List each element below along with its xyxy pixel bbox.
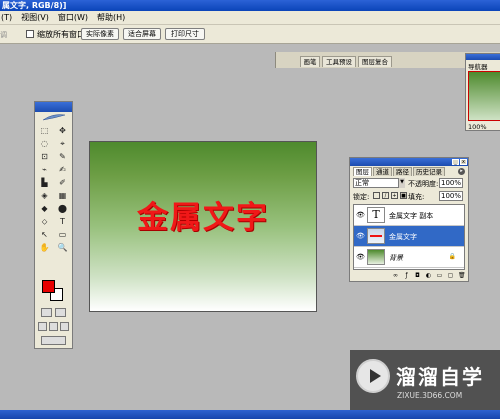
navigator-thumbnail[interactable] xyxy=(468,71,500,121)
watermark-title: 溜溜自学 xyxy=(396,365,484,389)
tab-channels[interactable]: 通道 xyxy=(373,167,392,176)
healing-brush-tool-icon[interactable]: ⌁ xyxy=(38,164,52,175)
layer-row-text-copy[interactable]: 👁 T 金属文字 副本 xyxy=(354,205,464,226)
lock-transparency-icon[interactable] xyxy=(373,192,380,199)
eye-icon[interactable]: 👁 xyxy=(356,211,365,219)
layer-row-background[interactable]: 👁 背景 🔒 xyxy=(354,247,464,268)
window-title: 属文字, RGB/8)] xyxy=(2,1,67,10)
zoom-tool-icon[interactable]: 🔍 xyxy=(56,242,70,253)
crop-tool-icon[interactable]: ⊡ xyxy=(38,151,52,162)
lock-icon: 🔒 xyxy=(448,253,456,260)
tab-layers[interactable]: 图层 xyxy=(353,167,372,176)
layer-name: 金属文字 副本 xyxy=(389,212,434,220)
palette-tab-tool-presets[interactable]: 工具预设 xyxy=(322,56,356,67)
new-layer-icon[interactable]: ▢ xyxy=(447,273,454,279)
link-layers-icon[interactable]: ∞ xyxy=(392,273,399,279)
layer-mask-icon[interactable]: ◘ xyxy=(414,273,421,279)
menu-item-view[interactable]: 视图(V) xyxy=(21,12,49,23)
path-selection-tool-icon[interactable]: ↖ xyxy=(38,229,52,240)
layer-list: 👁 T 金属文字 副本 👁 金属文字 👁 背景 🔒 xyxy=(353,204,465,270)
actual-pixels-button[interactable]: 实际像素 xyxy=(81,28,119,40)
menu-item-filter[interactable]: (T) xyxy=(1,13,12,22)
screen-mode-standard-icon[interactable] xyxy=(38,322,47,331)
navigator-zoom[interactable]: 100% xyxy=(468,123,487,131)
slice-tool-icon[interactable]: ✎ xyxy=(56,151,70,162)
layers-footer: ∞ ƒ ◘ ◐ ▭ ▢ 🗑 xyxy=(353,272,466,280)
window-title-bar: 属文字, RGB/8)] xyxy=(0,0,500,11)
screen-mode-full-icon[interactable] xyxy=(60,322,69,331)
resize-all-windows-checkbox[interactable] xyxy=(26,30,34,38)
tab-history[interactable]: 历史记录 xyxy=(413,167,445,176)
resize-all-windows-label: 缩放所有窗口 xyxy=(37,30,85,39)
lock-pixels-icon[interactable]: / xyxy=(382,192,389,199)
menu-item-window[interactable]: 窗口(W) xyxy=(58,12,88,23)
tab-paths[interactable]: 路径 xyxy=(393,167,412,176)
text-layer-thumbnail-icon: T xyxy=(367,207,385,223)
layer-name: 金属文字 xyxy=(389,233,417,241)
opacity-input[interactable]: 100% xyxy=(439,178,463,188)
navigator-panel: 导航器 100% xyxy=(465,53,500,131)
brush-tool-icon[interactable]: ✍ xyxy=(56,164,70,175)
layer-name: 背景 xyxy=(389,254,403,262)
feather-logo-icon[interactable] xyxy=(35,112,72,123)
document-canvas[interactable]: 金属文字 xyxy=(89,141,317,312)
fit-screen-button[interactable]: 适合屏幕 xyxy=(123,28,161,40)
delete-layer-icon[interactable]: 🗑 xyxy=(458,273,466,279)
options-label: 调 xyxy=(0,31,7,39)
palette-tab-layer-comps[interactable]: 图层复合 xyxy=(358,56,392,67)
navigator-tab[interactable]: 导航器 xyxy=(468,61,488,71)
menu-bar: (T) 视图(V) 窗口(W) 帮助(H) xyxy=(0,11,500,25)
lock-position-icon[interactable]: + xyxy=(391,192,398,199)
foreground-color-swatch[interactable] xyxy=(42,280,55,293)
type-tool-icon[interactable]: T xyxy=(56,216,70,227)
blur-tool-icon[interactable]: ◆ xyxy=(38,203,52,214)
adjustment-layer-icon[interactable]: ◐ xyxy=(425,273,432,279)
fill-input[interactable]: 100% xyxy=(439,191,463,201)
opacity-label: 不透明度: xyxy=(408,180,439,188)
options-bar: 调 缩放所有窗口 实际像素 适合屏幕 打印尺寸 画笔 工具预设 图层复合 xyxy=(0,25,500,68)
shape-tool-icon[interactable]: ▭ xyxy=(56,229,70,240)
chevron-down-icon[interactable]: ▼ xyxy=(398,178,405,188)
eye-icon[interactable]: 👁 xyxy=(356,253,365,261)
layer-thumbnail xyxy=(367,249,385,265)
menu-item-help[interactable]: 帮助(H) xyxy=(97,12,125,23)
watermark-url: ZIXUE.3D66.COM xyxy=(397,391,463,400)
play-logo-icon xyxy=(356,359,390,393)
lock-label: 锁定: xyxy=(353,193,370,201)
navigator-title-bar[interactable] xyxy=(466,54,500,60)
pen-tool-icon[interactable]: ⬦ xyxy=(38,216,52,227)
eraser-tool-icon[interactable]: ◈ xyxy=(38,190,52,201)
layer-thumbnail xyxy=(367,228,385,244)
move-tool-icon[interactable]: ✥ xyxy=(56,125,70,136)
minimize-icon[interactable]: _ xyxy=(452,159,459,165)
jump-to-imageready-icon[interactable] xyxy=(41,336,66,345)
canvas-metal-text: 金属文字 xyxy=(137,200,269,236)
gradient-tool-icon[interactable]: ▦ xyxy=(56,190,70,201)
toolbox-panel: ⬚ ✥ ◌ ⌖ ⊡ ✎ ⌁ ✍ ▙ ✐ ◈ ▦ ◆ ⬤ ⬦ T ↖ ▭ ✋ 🔍 xyxy=(34,101,73,349)
dodge-tool-icon[interactable]: ⬤ xyxy=(56,203,70,214)
standard-mode-icon[interactable] xyxy=(41,308,52,317)
marquee-tool-icon[interactable]: ⬚ xyxy=(38,125,52,136)
fill-label: 填充: xyxy=(408,193,425,201)
palette-tab-brushes[interactable]: 画笔 xyxy=(300,56,320,67)
clone-stamp-tool-icon[interactable]: ▙ xyxy=(38,177,52,188)
layers-title-bar[interactable]: _ x xyxy=(350,158,468,166)
screen-mode-menubar-icon[interactable] xyxy=(49,322,58,331)
print-size-button[interactable]: 打印尺寸 xyxy=(165,28,205,40)
layer-row-metal-text[interactable]: 👁 金属文字 xyxy=(354,226,464,247)
eye-icon[interactable]: 👁 xyxy=(356,232,365,240)
panel-menu-icon[interactable]: ▸ xyxy=(458,168,465,175)
close-icon[interactable]: x xyxy=(460,159,467,165)
taskbar xyxy=(0,410,500,419)
toolbox-title-bar[interactable] xyxy=(35,102,72,112)
quick-mask-mode-icon[interactable] xyxy=(55,308,66,317)
hand-tool-icon[interactable]: ✋ xyxy=(38,242,52,253)
layers-panel: _ x 图层 通道 路径 历史记录 ▸ 正常 ▼ 不透明度: 100% 锁定: … xyxy=(349,157,469,282)
layer-style-icon[interactable]: ƒ xyxy=(403,273,410,279)
magic-wand-tool-icon[interactable]: ⌖ xyxy=(56,138,70,149)
lock-all-icon[interactable]: ■ xyxy=(400,192,407,199)
new-group-icon[interactable]: ▭ xyxy=(436,273,443,279)
history-brush-tool-icon[interactable]: ✐ xyxy=(56,177,70,188)
lasso-tool-icon[interactable]: ◌ xyxy=(38,138,52,149)
